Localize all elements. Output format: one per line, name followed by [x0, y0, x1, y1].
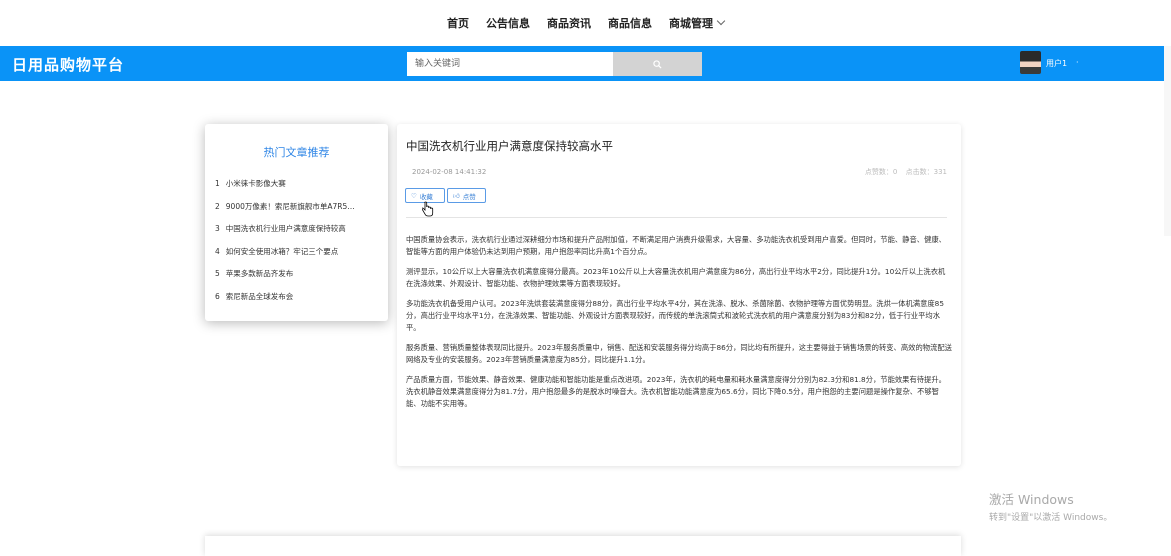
hot-articles-list: 1 小米徕卡影像大赛 2 9000万像素！索尼新旗舰市单A7R5… 3 中国洗衣机行业… [215, 178, 380, 313]
hot-articles-card: 热门文章推荐 1 小米徕卡影像大赛 2 9000万像素！索尼新旗舰市单A7R5… 3… [205, 124, 388, 321]
list-item[interactable]: 2 9000万像素！索尼新旗舰市单A7R5… [215, 201, 380, 224]
thumbs-up-icon: 👍︎ [453, 191, 460, 200]
top-nav: 首页 公告信息 商品资讯 商品信息 商城管理 [0, 0, 1171, 46]
list-item[interactable]: 1 小米徕卡影像大赛 [215, 178, 380, 201]
next-section-card [205, 536, 961, 556]
list-item-label: 中国洗衣机行业用户满意度保持较高 [225, 224, 346, 233]
site-logo[interactable]: 日用品购物平台 [12, 54, 124, 75]
list-item-label: 索尼新品全球发布会 [225, 291, 294, 301]
list-item-number: 6 [215, 291, 220, 301]
list-item-number: 3 [215, 224, 220, 233]
favorite-button-label: 收藏 [419, 192, 433, 201]
windows-activation-watermark: 激活 Windows 转到"设置"以激活 Windows。 [989, 489, 1112, 523]
article-paragraph: 中国质量协会表示，洗衣机行业通过深耕细分市场和提升产品附加值，不断满足用户消费升… [406, 235, 946, 256]
article-date: 2024-02-08 14:41:32 [412, 168, 487, 176]
list-item-number: 1 [215, 179, 220, 188]
nav-item-mall-manage[interactable]: 商城管理 [669, 15, 726, 31]
article-paragraph: 测评显示，10公斤以上大容量洗衣机满意度得分最高。2023年10公斤以上大容量洗… [406, 267, 946, 288]
user-avatar[interactable] [1020, 51, 1041, 74]
list-item[interactable]: 4 如何安全使用冰箱？牢记三个要点 [215, 246, 380, 269]
click-count: 点击数：331 [905, 168, 947, 176]
list-item[interactable]: 5 苹果多款新品齐发布 [215, 268, 380, 291]
article-body: 中国质量协会表示，洗衣机行业通过深耕细分市场和提升产品附加值，不断满足用户消费升… [406, 234, 952, 418]
list-item[interactable]: 6 索尼新品全球发布会 [215, 291, 380, 314]
search-icon [653, 59, 662, 69]
scrollbar[interactable] [1164, 46, 1171, 236]
hand-cursor-icon [421, 201, 434, 221]
nav-item-product-news[interactable]: 商品资讯 [547, 15, 591, 31]
username[interactable]: 用户1 [1046, 58, 1067, 69]
list-item-label: 苹果多款新品齐发布 [225, 269, 294, 278]
list-item-number: 4 [215, 246, 220, 256]
user-menu-caret[interactable]: · [1076, 58, 1079, 67]
nav-item-home[interactable]: 首页 [447, 15, 469, 31]
like-button-label: 点赞 [462, 192, 476, 201]
article-card: 中国洗衣机行业用户满意度保持较高水平 2024-02-08 14:41:32 点… [397, 124, 961, 466]
article-paragraph: 多功能洗衣机备受用户认可。2023年洗烘套装满意度得分88分，高出行业平均水平4… [406, 299, 944, 332]
like-count: 点赞数：0 [864, 168, 898, 176]
article-stats: 点赞数：0 点击数：331 [859, 167, 947, 177]
list-item-label: 小米徕卡影像大赛 [225, 179, 286, 188]
hot-articles-title: 热门文章推荐 [263, 146, 330, 159]
chevron-down-icon [716, 16, 726, 26]
header-bar: 日用品购物平台 用户1 · [0, 46, 1171, 81]
list-item-label: 9000万像素！索尼新旗舰市单A7R5… [225, 201, 355, 211]
list-item[interactable]: 3 中国洗衣机行业用户满意度保持较高 [215, 223, 380, 246]
list-item-label: 如何安全使用冰箱？牢记三个要点 [225, 246, 339, 256]
watermark-line2: 转到"设置"以激活 Windows。 [989, 513, 1113, 523]
list-item-number: 2 [215, 201, 220, 211]
divider [406, 217, 947, 218]
nav-item-mall-manage-label: 商城管理 [669, 17, 713, 30]
nav-item-products[interactable]: 商品信息 [608, 15, 652, 31]
heart-icon: ♡ [411, 191, 417, 200]
nav-item-announcements[interactable]: 公告信息 [486, 15, 530, 31]
list-item-number: 5 [215, 269, 220, 278]
search-input[interactable] [407, 52, 613, 76]
article-title: 中国洗衣机行业用户满意度保持较高水平 [406, 139, 613, 153]
article-paragraph: 服务质量、营销质量整体表现同比提升。2023年服务质量中，销售、配送和安装服务得… [406, 343, 952, 364]
like-button[interactable]: 👍︎ 点赞 [447, 188, 486, 203]
watermark-line1: 激活 Windows [989, 492, 1074, 507]
search-button[interactable] [613, 52, 702, 76]
article-paragraph: 产品质量方面，节能效果、静音效果、健康功能和智能功能是重点改进项。2023年，洗… [406, 375, 946, 408]
